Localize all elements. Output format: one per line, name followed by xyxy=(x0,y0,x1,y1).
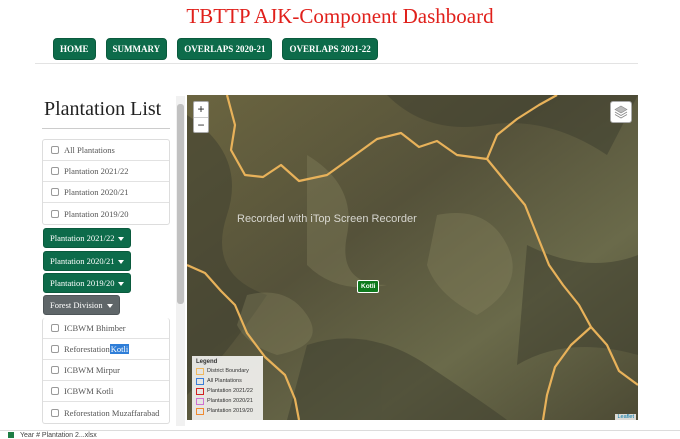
legend-item: Plantation 2019/20 xyxy=(196,406,259,416)
legend-item: All Plantations xyxy=(196,376,259,386)
download-bar xyxy=(0,430,680,439)
list-item-label: Reforestation xyxy=(64,344,110,354)
layers-icon xyxy=(614,105,628,119)
checkbox[interactable] xyxy=(51,408,59,417)
checkbox[interactable] xyxy=(51,209,59,218)
sidebar-scrollbar-thumb[interactable] xyxy=(177,104,184,304)
sidebar-title: Plantation List xyxy=(44,98,162,120)
list-item-label: Plantation 2019/20 xyxy=(64,208,129,219)
legend-title: Legend xyxy=(196,359,218,365)
checkbox[interactable] xyxy=(51,167,59,175)
list-item-label: ICBWM Mirpur xyxy=(64,365,120,375)
legend-swatch xyxy=(196,367,204,375)
dropdown-forest-division[interactable]: Forest Division xyxy=(43,295,120,315)
recorder-watermark: Recorded with iTop Screen Recorder xyxy=(237,213,417,225)
checkbox[interactable] xyxy=(51,324,59,332)
caret-down-icon xyxy=(106,304,113,309)
list-item-label: All Plantations xyxy=(64,145,115,155)
legend-label: District Boundary xyxy=(207,368,249,374)
selected-text-highlight: Kotli xyxy=(109,344,130,354)
nav-divider xyxy=(35,63,638,64)
list-item-label: Plantation 2021/22 xyxy=(64,166,129,176)
list-item-plantation-2019-20[interactable]: Plantation 2019/20 xyxy=(43,203,169,224)
legend-label: Plantation 2020/21 xyxy=(207,398,253,404)
checkbox[interactable] xyxy=(51,366,59,374)
nav-overlaps-2021-22-button[interactable]: OVERLAPS 2021-22 xyxy=(282,38,378,60)
map-marker-kotli[interactable]: Kotli xyxy=(357,280,380,293)
legend-label: Plantation 2019/20 xyxy=(207,408,253,414)
legend-swatch xyxy=(196,397,204,405)
legend-swatch xyxy=(196,377,204,385)
zoom-out-button[interactable]: − xyxy=(194,117,208,132)
list-item-reforestation-kotli[interactable]: Reforestation Kotli xyxy=(43,339,169,360)
nav-overlaps-2020-21-button[interactable]: OVERLAPS 2020-21 xyxy=(177,38,273,60)
main-nav: HOME SUMMARY OVERLAPS 2020-21 OVERLAPS 2… xyxy=(53,38,378,60)
list-item-plantation-2020-21[interactable]: Plantation 2020/21 xyxy=(43,182,169,203)
caret-down-icon xyxy=(118,237,125,242)
checkbox[interactable] xyxy=(51,146,59,154)
leaflet-attribution-link[interactable]: Leaflet xyxy=(615,414,636,420)
legend-item: Plantation 2020/21 xyxy=(196,396,259,406)
dropdown-plantation-2021-22[interactable]: Plantation 2021/22 xyxy=(43,228,132,248)
checkbox[interactable] xyxy=(51,188,59,196)
caret-down-icon xyxy=(118,260,125,265)
dropdown-label: Plantation 2021/22 xyxy=(50,233,115,243)
list-item-icbwm-mirpur[interactable]: ICBWM Mirpur xyxy=(43,360,169,381)
list-item-label: ICBWM Bhimber xyxy=(64,323,126,333)
dropdown-label: Forest Division xyxy=(50,300,103,310)
zoom-control: + − xyxy=(193,101,209,133)
list-item-icbwm-kotli[interactable]: ICBWM Kotli xyxy=(43,381,169,402)
list-item-label: Plantation 2020/21 xyxy=(64,187,129,197)
list-item-all-plantations[interactable]: All Plantations xyxy=(43,140,169,161)
forest-division-checklist: ICBWM Bhimber Reforestation Kotli ICBWM … xyxy=(42,318,170,424)
list-item-reforestation-muzaffarabad[interactable]: Reforestation Muzaffarabad xyxy=(43,402,169,423)
dropdown-label: Plantation 2019/20 xyxy=(50,278,115,288)
legend-label: All Plantations xyxy=(207,378,242,384)
nav-summary-button[interactable]: SUMMARY xyxy=(105,38,168,60)
dropdown-label: Plantation 2020/21 xyxy=(50,256,115,266)
caret-down-icon xyxy=(118,282,125,287)
dropdown-plantation-2019-20[interactable]: Plantation 2019/20 xyxy=(43,273,132,293)
legend-item: District Boundary xyxy=(196,366,259,376)
legend-label: Plantation 2021/22 xyxy=(207,388,253,394)
download-item[interactable]: Year # Plantation 2...xlsx xyxy=(8,432,97,439)
map-legend: Legend District Boundary All Plantations… xyxy=(192,356,263,420)
legend-swatch xyxy=(196,387,204,395)
zoom-in-button[interactable]: + xyxy=(194,102,208,117)
legend-item: Plantation 2021/22 xyxy=(196,386,259,396)
sidebar-divider xyxy=(42,128,170,129)
checkbox[interactable] xyxy=(51,345,59,353)
list-item-icbwm-bhimber[interactable]: ICBWM Bhimber xyxy=(43,318,169,339)
checkbox[interactable] xyxy=(51,387,59,395)
spreadsheet-icon xyxy=(8,432,14,439)
map-view[interactable]: + − Recorded with iTop Screen Recorder K… xyxy=(187,95,638,420)
dropdown-plantation-2020-21[interactable]: Plantation 2020/21 xyxy=(43,251,132,271)
list-item-label: ICBWM Kotli xyxy=(64,386,114,396)
page-title: TBTTP AJK-Component Dashboard xyxy=(186,4,494,28)
download-filename: Year # Plantation 2...xlsx xyxy=(20,432,97,439)
legend-swatch xyxy=(196,407,204,415)
nav-home-button[interactable]: HOME xyxy=(53,38,96,60)
list-item-label: Reforestation Muzaffarabad xyxy=(64,407,160,418)
list-item-plantation-2021-22[interactable]: Plantation 2021/22 xyxy=(43,161,169,182)
layers-button[interactable] xyxy=(610,101,632,123)
plantation-checklist: All Plantations Plantation 2021/22 Plant… xyxy=(42,139,170,225)
